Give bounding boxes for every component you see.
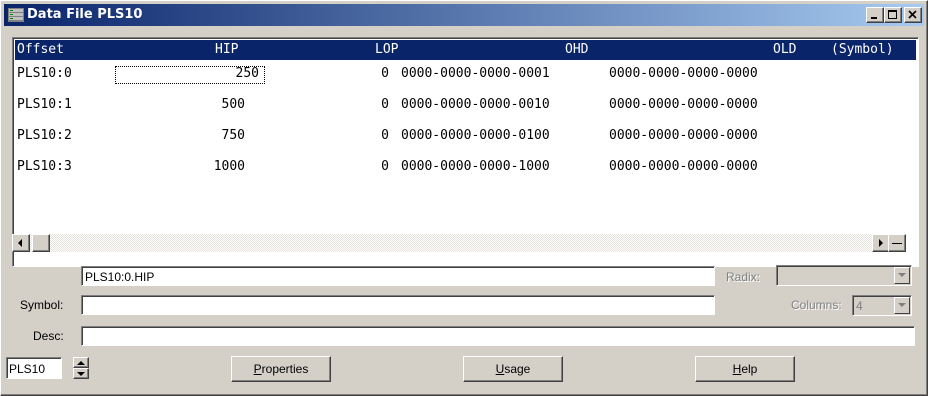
data-file-window: Data File PLS10 Offset HIP LOP OHD OLD (… xyxy=(0,0,928,396)
symbol-label: Symbol: xyxy=(20,298,64,312)
columns-value: 4 xyxy=(856,299,863,313)
maximize-icon xyxy=(888,10,897,19)
chevron-down-icon xyxy=(898,303,906,307)
cell-lop[interactable]: 0 xyxy=(315,125,389,147)
help-button-label: elp xyxy=(741,362,758,376)
cell-old[interactable]: 0000-0000-0000-0000 xyxy=(609,125,758,147)
maximize-button[interactable] xyxy=(884,7,902,23)
cell-offset: PLS10:1 xyxy=(17,97,72,112)
cell-offset: PLS10:2 xyxy=(17,128,72,143)
header-hip[interactable]: HIP xyxy=(215,40,238,60)
arrow-left-icon xyxy=(18,239,22,247)
spin-up-button[interactable] xyxy=(73,357,89,368)
help-button[interactable]: Help xyxy=(695,356,795,382)
table-row[interactable]: PLS10:3 1000 0 0000-0000-0000-1000 0000-… xyxy=(15,156,916,178)
horizontal-scrollbar[interactable] xyxy=(12,234,906,252)
table-row[interactable]: PLS10:0 250 0 0000-0000-0000-0001 0000-0… xyxy=(15,63,916,85)
scroll-thumb[interactable] xyxy=(32,234,50,252)
desc-label: Desc: xyxy=(33,329,64,343)
header-lop[interactable]: LOP xyxy=(375,40,398,60)
cell-ohd[interactable]: 0000-0000-0000-1000 xyxy=(401,156,550,178)
data-file-icon xyxy=(8,7,24,23)
spin-down-button[interactable] xyxy=(73,368,89,379)
minus-icon xyxy=(892,243,902,244)
minimize-button[interactable] xyxy=(866,7,884,23)
cell-offset: PLS10:3 xyxy=(17,159,72,174)
arrow-right-icon xyxy=(879,239,883,247)
header-old[interactable]: OLD xyxy=(773,40,796,60)
scroll-left-button[interactable] xyxy=(12,234,30,252)
cell-hip[interactable]: 500 xyxy=(115,94,245,116)
cell-lop[interactable]: 0 xyxy=(315,94,389,116)
table-row[interactable]: PLS10:2 750 0 0000-0000-0000-0100 0000-0… xyxy=(15,125,916,147)
cell-hip[interactable]: 750 xyxy=(115,125,245,147)
cell-old[interactable]: 0000-0000-0000-0000 xyxy=(609,63,758,85)
split-button[interactable] xyxy=(888,234,906,252)
data-table: Offset HIP LOP OHD OLD (Symbol) PLS10:0 … xyxy=(12,37,919,267)
cell-ohd[interactable]: 0000-0000-0000-0100 xyxy=(401,125,550,147)
cell-lop[interactable]: 0 xyxy=(315,63,389,85)
title-bar[interactable]: Data File PLS10 xyxy=(4,4,924,26)
desc-field[interactable] xyxy=(81,326,915,346)
columns-label: Columns: xyxy=(791,298,842,312)
address-field[interactable]: PLS10:0.HIP xyxy=(81,266,715,286)
properties-button-label: roperties xyxy=(261,362,309,376)
radix-select[interactable] xyxy=(776,265,912,286)
close-button[interactable] xyxy=(904,7,922,23)
properties-button[interactable]: Properties xyxy=(231,356,331,382)
file-selector-field[interactable]: PLS10 xyxy=(6,357,62,379)
cell-hip[interactable]: 1000 xyxy=(115,156,245,178)
close-icon xyxy=(908,10,917,19)
cell-hip[interactable]: 250 xyxy=(115,63,259,85)
cell-old[interactable]: 0000-0000-0000-0000 xyxy=(609,94,758,116)
radix-label: Radix: xyxy=(726,270,761,284)
cell-ohd[interactable]: 0000-0000-0000-0010 xyxy=(401,94,550,116)
columns-dropdown-button[interactable] xyxy=(894,297,910,314)
minimize-icon xyxy=(871,17,877,19)
properties-access-key: P xyxy=(253,362,262,376)
usage-access-key: U xyxy=(495,362,505,376)
arrow-up-icon xyxy=(77,361,85,365)
chevron-down-icon xyxy=(898,273,906,277)
cell-ohd[interactable]: 0000-0000-0000-0001 xyxy=(401,63,550,85)
table-row[interactable]: PLS10:1 500 0 0000-0000-0000-0010 0000-0… xyxy=(15,94,916,116)
columns-select[interactable]: 4 xyxy=(852,295,912,316)
usage-button[interactable]: Usage xyxy=(463,356,563,382)
usage-button-label: sage xyxy=(504,362,531,376)
radix-dropdown-button[interactable] xyxy=(894,267,910,284)
cell-lop[interactable]: 0 xyxy=(315,156,389,178)
window-title: Data File PLS10 xyxy=(27,7,143,22)
header-symbol[interactable]: (Symbol) xyxy=(831,40,894,60)
symbol-field[interactable] xyxy=(81,295,715,315)
cell-offset: PLS10:0 xyxy=(17,66,72,81)
header-offset[interactable]: Offset xyxy=(17,40,64,60)
table-header: Offset HIP LOP OHD OLD (Symbol) xyxy=(15,40,916,60)
arrow-down-icon xyxy=(77,372,85,376)
cell-old[interactable]: 0000-0000-0000-0000 xyxy=(609,156,758,178)
header-ohd[interactable]: OHD xyxy=(565,40,588,60)
